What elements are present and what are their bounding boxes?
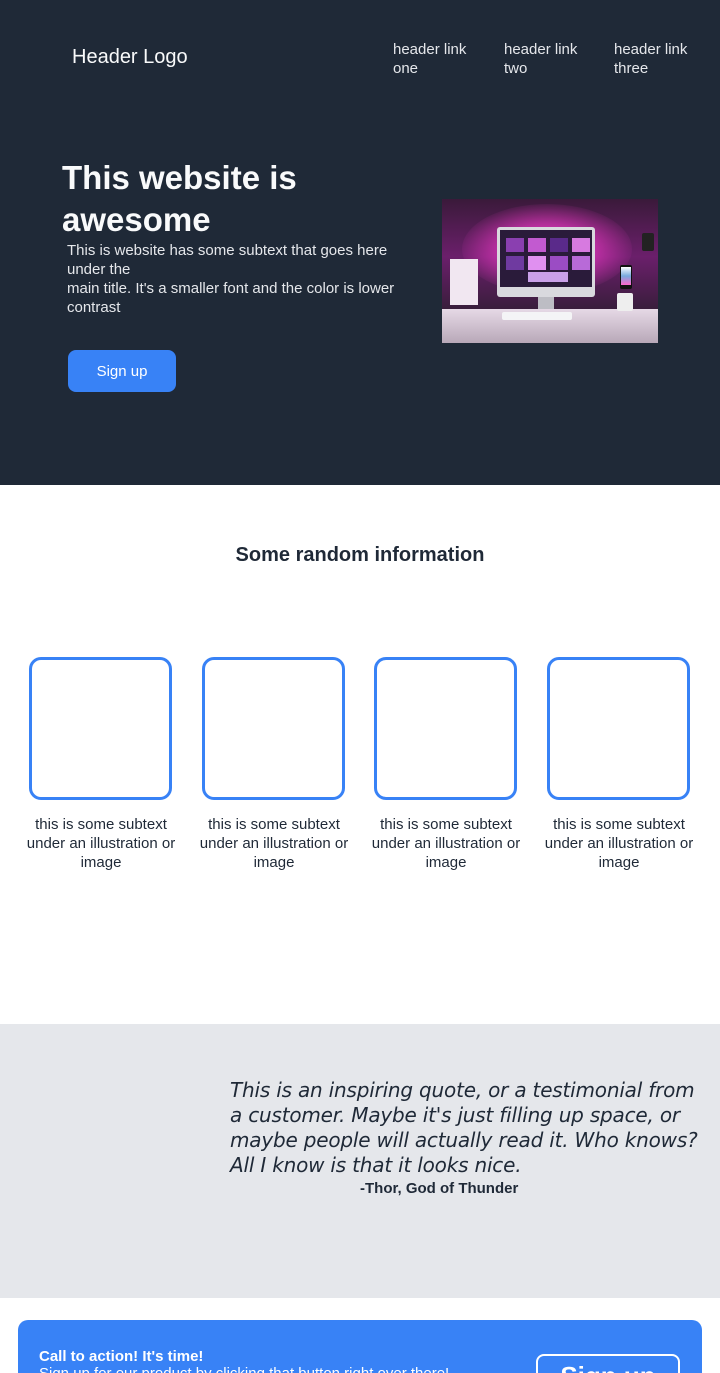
card-subtext: this is some subtext under an illustrati… [371,816,521,871]
card-image-placeholder [202,657,345,800]
card-image-placeholder [547,657,690,800]
image-speaker [450,259,478,305]
image-monitor [497,227,595,297]
hero-image [442,199,658,343]
cta-title: Call to action! It's time! [39,1348,204,1365]
quote-author: -Thor, God of Thunder [360,1180,519,1197]
image-mug [617,293,633,311]
screen-tile [550,238,568,252]
testimonial-quote: This is an inspiring quote, or a testimo… [230,1078,698,1177]
hero-subtext: This is website has some subtext that go… [67,241,427,317]
hero-section: Header Logo header link one header link … [0,0,720,485]
header-link-two[interactable]: header link two [504,40,594,78]
image-monitor-stand [538,297,554,309]
cta-subtext: Sign up for our product by clicking that… [39,1365,449,1373]
section-title: Some random information [235,544,485,566]
card-subtext: this is some subtext under an illustrati… [26,816,176,871]
screen-tile [572,238,590,252]
screen-tile [528,238,546,252]
image-keyboard [502,312,572,320]
screen-tile [528,256,546,270]
image-phone-screen [621,267,631,285]
hero-signup-button[interactable]: Sign up [68,350,176,392]
card-image-placeholder [29,657,172,800]
screen-tile [506,256,524,270]
card-image-placeholder [374,657,517,800]
header-link-three[interactable]: header link three [614,40,704,78]
screen-tile [550,256,568,270]
cta-signup-button[interactable]: Sign up [536,1354,680,1373]
image-lamp [642,233,654,251]
card-subtext: this is some subtext under an illustrati… [544,816,694,871]
hero-title: This website is awesome [62,159,297,238]
screen-tile [572,256,590,270]
card-subtext: this is some subtext under an illustrati… [199,816,349,871]
screen-tile [528,272,568,282]
call-to-action: Call to action! It's time! Sign up for o… [18,1320,702,1373]
hero-subtext-line-1: This is website has some subtext that go… [67,242,388,278]
hero-subtext-line-2: main title. It's a smaller font and the … [67,280,395,316]
image-monitor-screen [500,230,592,287]
screen-tile [506,238,524,252]
header-logo[interactable]: Header Logo [72,46,188,69]
header-link-one[interactable]: header link one [393,40,483,78]
image-phone [620,265,632,289]
